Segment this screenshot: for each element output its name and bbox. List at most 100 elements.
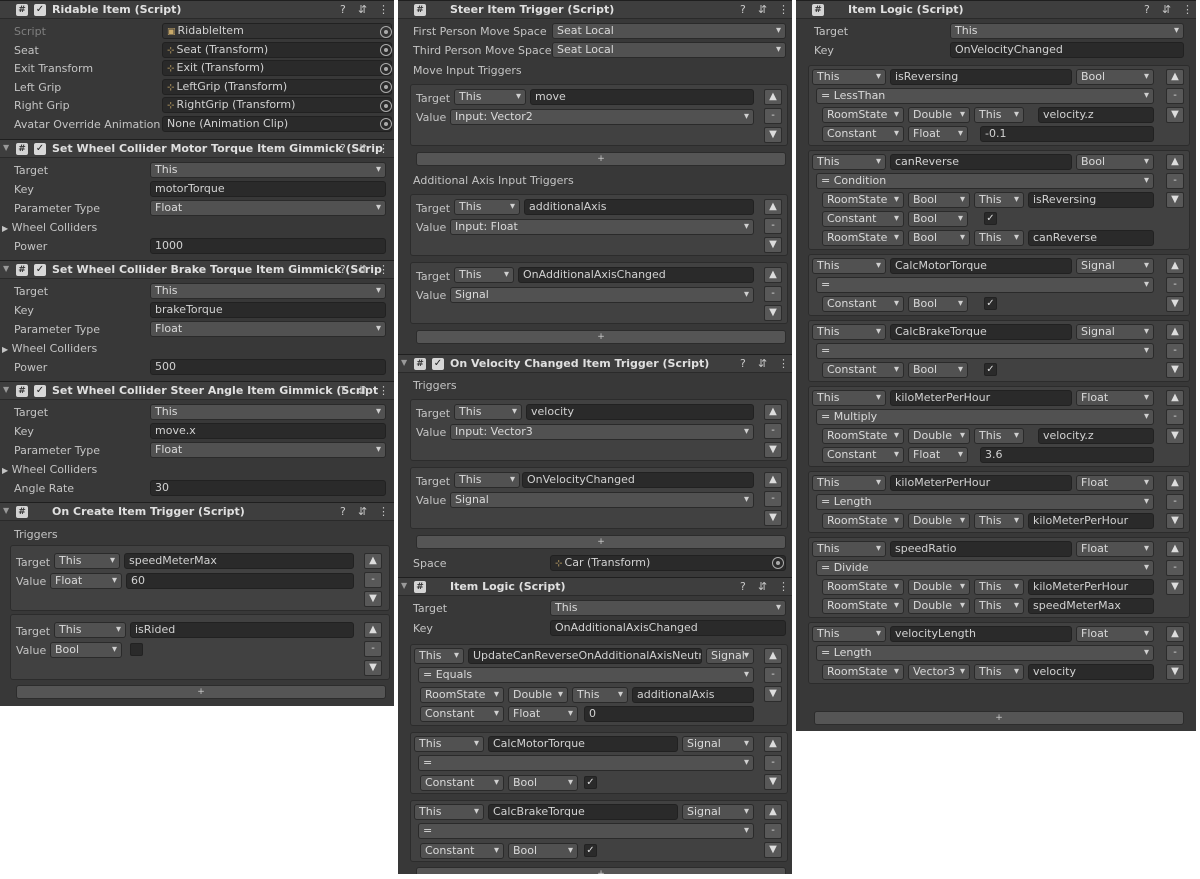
type-dropdown[interactable]: Float <box>1076 390 1154 406</box>
move-down-button[interactable]: ▼ <box>764 842 782 858</box>
seat-field[interactable]: ⊹ Seat (Transform) <box>162 42 392 58</box>
value-type-dropdown[interactable]: Vector3 <box>908 664 970 680</box>
type-dropdown[interactable]: Float <box>1076 626 1154 642</box>
target-dropdown[interactable]: This <box>572 687 628 703</box>
value-dropdown[interactable]: Signal <box>450 492 754 508</box>
key-input[interactable]: motorTorque <box>150 181 386 197</box>
target-dropdown[interactable]: This <box>812 154 886 170</box>
remove-button[interactable]: - <box>764 218 782 234</box>
target-dropdown[interactable]: This <box>812 69 886 85</box>
object-picker-icon[interactable] <box>380 44 392 56</box>
key-input[interactable]: OnVelocityChanged <box>522 472 754 488</box>
key-input[interactable]: kiloMeterPerHour <box>1028 513 1154 529</box>
target-dropdown[interactable]: This <box>812 475 886 491</box>
move-up-button[interactable]: ▲ <box>764 89 782 105</box>
move-up-button[interactable]: ▲ <box>764 199 782 215</box>
object-picker-icon[interactable] <box>380 81 392 93</box>
remove-button[interactable]: - <box>764 491 782 507</box>
remove-button[interactable]: - <box>764 823 782 839</box>
move-down-button[interactable]: ▼ <box>1166 428 1184 444</box>
key-input[interactable]: kiloMeterPerHour <box>890 390 1072 406</box>
key-input[interactable]: isReversing <box>1028 192 1154 208</box>
first-person-move-space-dropdown[interactable]: Seat Local <box>552 23 786 39</box>
source-dropdown[interactable]: RoomState <box>420 687 504 703</box>
move-up-button[interactable]: ▲ <box>1166 475 1184 491</box>
key-input[interactable]: additionalAxis <box>524 199 754 215</box>
source-dropdown[interactable]: Constant <box>420 706 504 722</box>
target-dropdown[interactable]: This <box>812 324 886 340</box>
target-dropdown[interactable]: This <box>974 513 1024 529</box>
help-icon[interactable]: ? <box>340 263 346 276</box>
value-input[interactable]: 60 <box>126 573 354 589</box>
key-input[interactable]: isRided <box>130 622 354 638</box>
target-dropdown[interactable]: This <box>414 804 484 820</box>
value-input[interactable]: 3.6 <box>980 447 1154 463</box>
collapse-arrow-icon[interactable]: ▼ <box>401 358 407 367</box>
value-type-dropdown[interactable]: Float <box>908 447 968 463</box>
object-picker-icon[interactable] <box>380 63 392 75</box>
key-input[interactable]: canReverse <box>1028 230 1154 246</box>
enable-checkbox[interactable]: ✓ <box>34 385 46 397</box>
type-dropdown[interactable]: Signal <box>1076 324 1154 340</box>
target-dropdown[interactable]: This <box>550 600 786 616</box>
source-dropdown[interactable]: RoomState <box>822 230 904 246</box>
value-dropdown[interactable]: Signal <box>450 287 754 303</box>
move-down-button[interactable]: ▼ <box>1166 664 1184 680</box>
source-dropdown[interactable]: RoomState <box>822 579 904 595</box>
value-dropdown[interactable]: Input: Vector2 <box>450 109 754 125</box>
key-input[interactable]: speedMeterMax <box>124 553 354 569</box>
target-dropdown[interactable]: This <box>454 199 520 215</box>
move-up-button[interactable]: ▲ <box>1166 324 1184 340</box>
move-up-button[interactable]: ▲ <box>364 622 382 638</box>
key-input[interactable]: OnAdditionalAxisChanged <box>518 267 754 283</box>
key-input[interactable]: CalcBrakeTorque <box>890 324 1072 340</box>
operator-dropdown[interactable]: = <box>816 277 1154 293</box>
angle-rate-input[interactable]: 30 <box>150 480 386 496</box>
value-type-dropdown[interactable]: Bool <box>908 192 970 208</box>
remove-button[interactable]: - <box>364 641 382 657</box>
object-picker-icon[interactable] <box>772 557 784 569</box>
move-up-button[interactable]: ▲ <box>1166 258 1184 274</box>
value-type-dropdown[interactable]: Float <box>908 126 968 142</box>
target-dropdown[interactable]: This <box>454 404 522 420</box>
operator-dropdown[interactable]: = <box>816 343 1154 359</box>
move-down-button[interactable]: ▼ <box>764 774 782 790</box>
component-header-velocity-trigger[interactable]: ▼ # ✓ On Velocity Changed Item Trigger (… <box>398 354 792 373</box>
component-header-ridable-item[interactable]: # ✓ Ridable Item (Script) ? ⇵ ⋮ <box>0 0 394 19</box>
key-input[interactable]: brakeTorque <box>150 302 386 318</box>
enable-checkbox[interactable]: ✓ <box>432 358 444 370</box>
move-down-button[interactable]: ▼ <box>364 660 382 676</box>
value-checkbox[interactable]: ✓ <box>984 212 997 225</box>
remove-button[interactable]: - <box>764 286 782 302</box>
remove-button[interactable]: - <box>1166 277 1184 293</box>
remove-button[interactable]: - <box>764 755 782 771</box>
remove-button[interactable]: - <box>1166 645 1184 661</box>
key-input[interactable]: isReversing <box>890 69 1072 85</box>
target-dropdown[interactable]: This <box>974 664 1024 680</box>
type-dropdown[interactable]: Bool <box>1076 69 1154 85</box>
move-up-button[interactable]: ▲ <box>764 736 782 752</box>
kebab-menu-icon[interactable]: ⋮ <box>1182 3 1193 16</box>
operator-dropdown[interactable]: = Divide <box>816 560 1154 576</box>
target-dropdown[interactable]: This <box>150 283 386 299</box>
remove-button[interactable]: - <box>1166 560 1184 576</box>
key-input[interactable]: speedMeterMax <box>1028 598 1154 614</box>
component-header-item-logic[interactable]: # Item Logic (Script) ? ⇵ ⋮ <box>796 0 1196 19</box>
move-down-button[interactable]: ▼ <box>764 237 782 253</box>
kebab-menu-icon[interactable]: ⋮ <box>778 357 789 370</box>
move-down-button[interactable]: ▼ <box>764 127 782 143</box>
key-input[interactable]: OnVelocityChanged <box>950 42 1184 58</box>
parameter-type-dropdown[interactable]: Float <box>150 200 386 216</box>
preset-icon[interactable]: ⇵ <box>358 3 367 16</box>
move-down-button[interactable]: ▼ <box>1166 107 1184 123</box>
key-input[interactable]: kiloMeterPerHour <box>1028 579 1154 595</box>
value-dropdown[interactable]: Input: Float <box>450 219 754 235</box>
wheel-colliders-foldout[interactable]: ▶ Wheel Colliders <box>2 463 97 476</box>
right-grip-field[interactable]: ⊹ RightGrip (Transform) <box>162 97 392 113</box>
preset-icon[interactable]: ⇵ <box>358 263 367 276</box>
type-dropdown[interactable]: Signal <box>682 736 754 752</box>
value-type-dropdown[interactable]: Bool <box>508 843 578 859</box>
move-up-button[interactable]: ▲ <box>764 267 782 283</box>
value-checkbox[interactable] <box>130 643 143 656</box>
target-dropdown[interactable]: This <box>54 553 120 569</box>
